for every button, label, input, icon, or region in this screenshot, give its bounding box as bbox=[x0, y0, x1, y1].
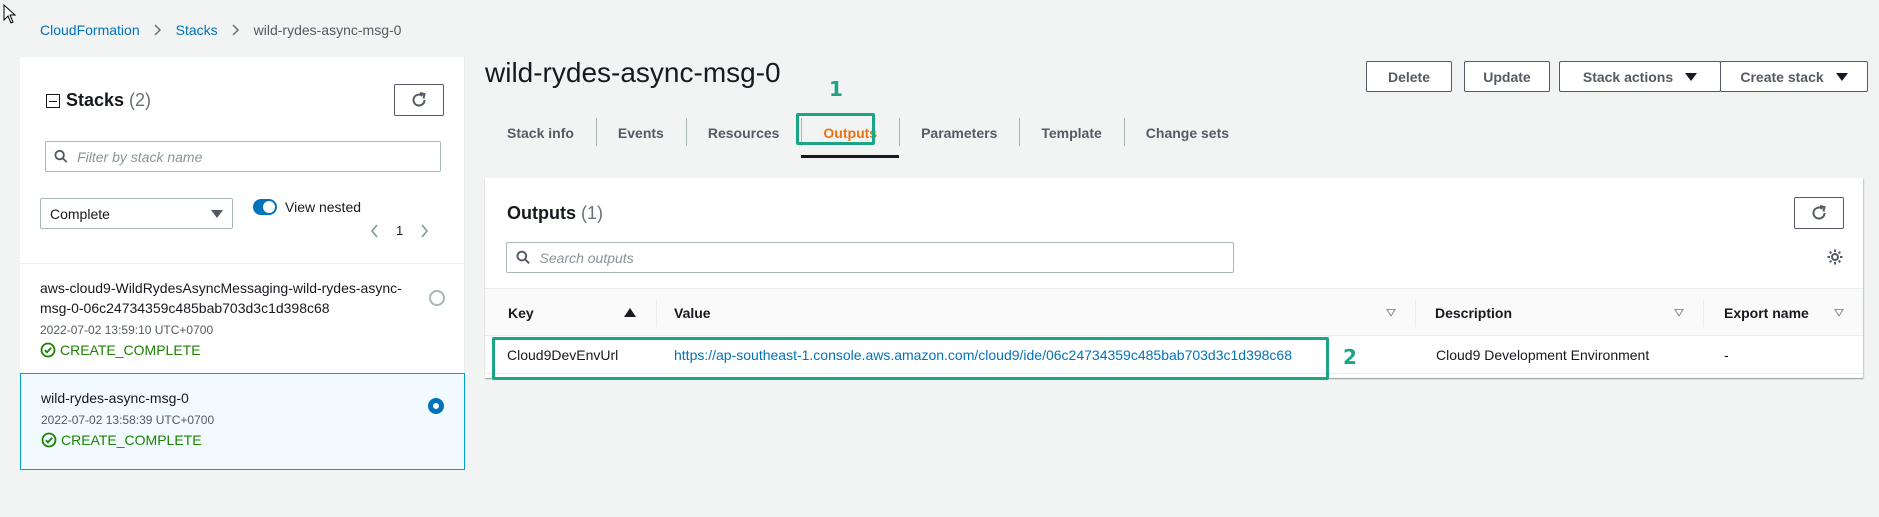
tab-resources[interactable]: Resources bbox=[685, 112, 802, 154]
outputs-search-field bbox=[506, 242, 1234, 273]
search-icon bbox=[516, 250, 530, 264]
create-stack-button[interactable]: Create stack bbox=[1720, 61, 1868, 92]
output-description: Cloud9 Development Environment bbox=[1436, 347, 1650, 363]
outputs-refresh-button[interactable] bbox=[1794, 197, 1844, 229]
breadcrumb: CloudFormation Stacks wild-rydes-async-m… bbox=[40, 20, 401, 40]
breadcrumb-stacks-link[interactable]: Stacks bbox=[176, 22, 218, 38]
stack-name[interactable]: wild-rydes-async-msg-0 bbox=[41, 388, 411, 408]
sort-icon[interactable] bbox=[1386, 309, 1396, 317]
tab-parameters[interactable]: Parameters bbox=[899, 112, 1019, 154]
outputs-title: Outputs (1) bbox=[507, 203, 603, 224]
stack-list-item[interactable]: aws-cloud9-WildRydesAsyncMessaging-wild-… bbox=[20, 263, 465, 373]
caret-down-icon bbox=[1685, 72, 1698, 81]
delete-button[interactable]: Delete bbox=[1366, 61, 1452, 92]
caret-down-icon bbox=[1835, 72, 1848, 81]
outputs-count: (1) bbox=[581, 203, 604, 223]
view-nested-toggle[interactable]: View nested bbox=[253, 199, 361, 215]
stacks-panel: Stacks (2) Complete View nested 1 aws-cl… bbox=[20, 57, 465, 470]
page-title: wild-rydes-async-msg-0 bbox=[485, 57, 781, 88]
stack-name[interactable]: aws-cloud9-WildRydesAsyncMessaging-wild-… bbox=[40, 278, 410, 318]
page-number[interactable]: 1 bbox=[396, 223, 403, 238]
tab-stack-info[interactable]: Stack info bbox=[485, 112, 596, 154]
stack-status: CREATE_COMPLETE bbox=[41, 432, 444, 448]
stack-radio-selected[interactable] bbox=[428, 398, 444, 414]
caret-down-icon bbox=[211, 210, 223, 218]
tab-events[interactable]: Events bbox=[595, 112, 686, 154]
stack-status: CREATE_COMPLETE bbox=[40, 342, 445, 358]
create-stack-label: Create stack bbox=[1740, 68, 1824, 85]
status-filter-value: Complete bbox=[50, 205, 110, 222]
column-key-label: Key bbox=[508, 305, 534, 321]
column-header-description[interactable]: Description bbox=[1435, 289, 1512, 337]
sort-icon[interactable] bbox=[1674, 309, 1684, 317]
stack-created-time: 2022-07-02 13:58:39 UTC+0700 bbox=[41, 413, 215, 427]
column-header-export-name[interactable]: Export name bbox=[1724, 289, 1809, 337]
column-value-label: Value bbox=[674, 305, 711, 321]
stack-radio[interactable] bbox=[429, 290, 445, 306]
refresh-icon bbox=[412, 92, 426, 107]
outputs-tab-highlight bbox=[796, 113, 875, 145]
chevron-right-icon bbox=[154, 24, 162, 36]
column-divider bbox=[656, 299, 657, 327]
pagination: 1 bbox=[370, 223, 429, 238]
column-description-label: Description bbox=[1435, 305, 1513, 321]
status-filter-select[interactable]: Complete bbox=[40, 198, 233, 229]
check-circle-icon bbox=[41, 432, 57, 448]
chevron-right-icon[interactable] bbox=[420, 223, 429, 238]
stack-list-item-selected[interactable]: wild-rydes-async-msg-0 2022-07-02 13:58:… bbox=[20, 373, 465, 470]
stack-actions-button[interactable]: Stack actions bbox=[1559, 61, 1721, 92]
stacks-panel-title: Stacks bbox=[66, 90, 125, 110]
gear-icon[interactable] bbox=[1826, 248, 1844, 266]
chevron-right-icon bbox=[232, 24, 240, 36]
annotation-step-1: 1 bbox=[829, 77, 843, 101]
stacks-panel-header: Stacks (2) bbox=[46, 90, 151, 111]
sort-ascending-icon[interactable] bbox=[624, 308, 636, 317]
column-divider bbox=[1703, 299, 1704, 327]
stack-actions-label: Stack actions bbox=[1582, 68, 1674, 85]
stack-filter-input[interactable] bbox=[77, 148, 440, 165]
refresh-icon bbox=[1812, 205, 1826, 220]
update-button[interactable]: Update bbox=[1464, 61, 1550, 92]
outputs-title-text: Outputs bbox=[507, 203, 576, 223]
stack-filter-field bbox=[45, 141, 441, 172]
stacks-refresh-button[interactable] bbox=[394, 84, 444, 116]
column-export-name-label: Export name bbox=[1724, 305, 1809, 321]
breadcrumb-current: wild-rydes-async-msg-0 bbox=[253, 22, 402, 38]
outputs-table-header: Key Value Description Export name bbox=[485, 288, 1863, 336]
stack-created-time: 2022-07-02 13:59:10 UTC+0700 bbox=[40, 323, 214, 337]
check-circle-icon bbox=[40, 342, 56, 358]
stacks-count: (2) bbox=[129, 90, 152, 110]
tab-change-sets[interactable]: Change sets bbox=[1123, 112, 1251, 154]
sort-icon[interactable] bbox=[1834, 309, 1844, 317]
tab-template[interactable]: Template bbox=[1019, 112, 1123, 154]
toggle-switch[interactable] bbox=[253, 199, 277, 215]
annotation-step-2: 2 bbox=[1343, 345, 1357, 369]
output-export-name: - bbox=[1724, 347, 1729, 363]
outputs-search-input[interactable] bbox=[539, 249, 1233, 266]
output-row-highlight bbox=[492, 337, 1329, 380]
view-nested-label: View nested bbox=[285, 199, 362, 215]
cursor-icon bbox=[3, 4, 17, 24]
search-icon bbox=[54, 149, 68, 163]
column-header-key[interactable]: Key bbox=[508, 289, 534, 337]
column-divider bbox=[1415, 299, 1416, 327]
collapse-icon[interactable] bbox=[46, 93, 60, 108]
stack-status-text: CREATE_COMPLETE bbox=[61, 432, 202, 448]
breadcrumb-cloudformation-link[interactable]: CloudFormation bbox=[40, 22, 140, 38]
chevron-left-icon[interactable] bbox=[370, 223, 379, 238]
stack-status-text: CREATE_COMPLETE bbox=[60, 342, 201, 358]
column-header-value[interactable]: Value bbox=[674, 289, 711, 337]
